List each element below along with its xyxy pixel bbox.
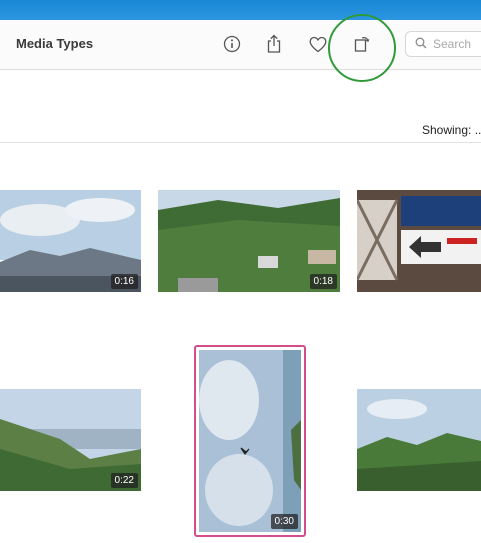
share-icon: [267, 34, 281, 53]
treetops-image: [357, 389, 481, 491]
heart-icon: [309, 36, 327, 52]
media-thumbnail[interactable]: 0:22: [0, 389, 141, 491]
search-field[interactable]: Search: [405, 31, 481, 57]
media-thumbnail[interactable]: [357, 190, 481, 292]
duration-badge: 0:30: [270, 514, 298, 529]
selected-thumbnail[interactable]: 0:30: [194, 345, 306, 537]
media-thumbnail[interactable]: 0:16: [0, 190, 141, 292]
divider: [0, 142, 481, 143]
window-top-bar: [0, 0, 481, 20]
search-icon: [415, 37, 427, 49]
page-title: Media Types: [16, 36, 94, 51]
media-thumbnail[interactable]: 0:30: [199, 350, 301, 532]
search-placeholder: Search: [433, 37, 472, 51]
duration-badge: 0:22: [110, 473, 138, 488]
station-sign-image: [357, 190, 481, 292]
showing-status: Showing: ...: [422, 123, 481, 137]
info-icon: [223, 35, 241, 53]
duration-badge: 0:18: [309, 274, 337, 289]
duration-badge: 0:16: [110, 274, 138, 289]
toolbar: Media Types Search: [0, 20, 481, 70]
favorite-button[interactable]: [305, 31, 331, 57]
media-thumbnail[interactable]: [357, 389, 481, 491]
sky-bird-image: [199, 350, 301, 532]
info-button[interactable]: [219, 31, 245, 57]
share-button[interactable]: [261, 31, 287, 57]
media-thumbnail[interactable]: 0:18: [158, 190, 340, 292]
annotation-circle: [328, 14, 396, 82]
